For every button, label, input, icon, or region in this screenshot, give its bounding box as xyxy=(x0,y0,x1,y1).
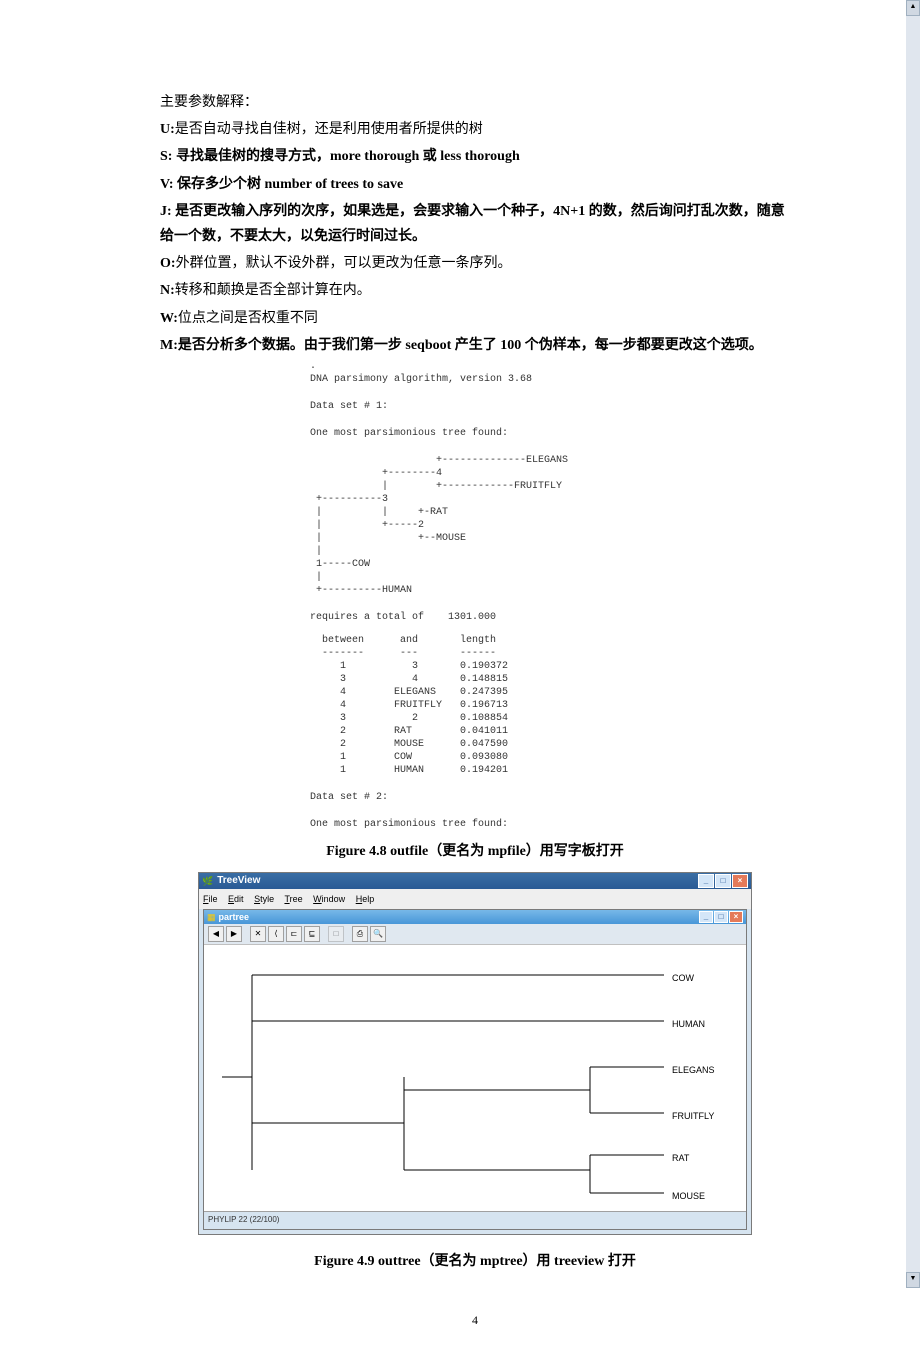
param-text: 转移和颠换是否全部计算在内。 xyxy=(175,283,371,298)
app-icon: 🌿 xyxy=(202,873,213,889)
scrollbar[interactable]: ▲ ▼ xyxy=(906,0,920,1288)
param-text: 寻找最佳树的搜寻方式，more thorough 或 less thorough xyxy=(176,149,520,164)
preview-button[interactable]: 🔍 xyxy=(370,926,386,942)
treeview-window: 🌿 TreeView _ □ × FFileile Edit Style Tre… xyxy=(198,872,752,1235)
menu-tree[interactable]: Tree xyxy=(284,894,302,904)
intro: 主要参数解释： xyxy=(160,90,790,115)
param-N: N:转移和颠换是否全部计算在内。 xyxy=(160,278,790,303)
param-text: 是否自动寻找自佳树，还是利用使用者所提供的树 xyxy=(175,122,483,137)
outfile-ds2: Data set # 2: xyxy=(310,791,790,804)
param-key: N: xyxy=(160,283,175,298)
print-button[interactable]: ⎙ xyxy=(352,926,368,942)
prev-button[interactable]: ◀ xyxy=(208,926,224,942)
param-O: O:外群位置，默认不设外群，可以更改为任意一条序列。 xyxy=(160,251,790,276)
outfile-ds1: Data set # 1: xyxy=(310,400,790,413)
outfile-tree: +--------------ELEGANS +--------4 | +---… xyxy=(310,454,790,597)
minimize-button[interactable]: _ xyxy=(698,874,714,888)
page-number: 4 xyxy=(160,1310,790,1332)
outfile-header: . DNA parsimony algorithm, version 3.68 xyxy=(310,360,790,386)
doc-maximize-button[interactable]: □ xyxy=(714,911,728,923)
doc-icon: ▦ xyxy=(207,909,216,925)
doc-close-button[interactable]: × xyxy=(729,911,743,923)
param-U: U:是否自动寻找自佳树，还是利用使用者所提供的树 xyxy=(160,117,790,142)
next-button[interactable]: ▶ xyxy=(226,926,242,942)
slanted-button[interactable]: ⟨ xyxy=(268,926,284,942)
param-V: V: 保存多少个树 number of trees to save xyxy=(160,172,790,197)
param-key: S: xyxy=(160,149,176,164)
param-key: W: xyxy=(160,311,178,326)
param-text: 是否分析多个数据。由于我们第一步 seqboot 产生了 100 个伪样本，每一… xyxy=(178,338,763,353)
leaf-cow: COW xyxy=(672,970,694,986)
param-text: 保存多少个树 number of trees to save xyxy=(177,177,403,192)
status-bar: PHYLIP 22 (22/100) xyxy=(204,1211,746,1228)
param-key: O: xyxy=(160,256,176,271)
param-key: M: xyxy=(160,338,178,353)
param-key: U: xyxy=(160,122,175,137)
param-text: 是否更改输入序列的次序，如果选是，会要求输入一个种子，4N+1 的数，然后询问打… xyxy=(160,204,785,244)
scroll-up-button[interactable]: ▲ xyxy=(906,0,920,16)
doc-title: partree xyxy=(219,909,699,925)
outfile-msg2: One most parsimonious tree found: xyxy=(310,818,790,831)
unrooted-button[interactable]: ✕ xyxy=(250,926,266,942)
figure-4-9-caption: Figure 4.9 outtree（更名为 mptree）用 treeview… xyxy=(160,1249,790,1274)
leaf-human: HUMAN xyxy=(672,1016,705,1032)
menu-help[interactable]: Help xyxy=(356,894,375,904)
menu-window[interactable]: Window xyxy=(313,894,345,904)
window-title: TreeView xyxy=(217,872,698,890)
toolbar: ◀ ▶ ✕ ⟨ ⊏ ⊑ □ ⎙ 🔍 xyxy=(204,924,746,945)
leaf-elegans: ELEGANS xyxy=(672,1062,715,1078)
doc-window: ▦ partree _ □ × ◀ ▶ ✕ ⟨ ⊏ ⊑ □ ⎙ 🔍 xyxy=(203,909,747,1229)
param-text: 外群位置，默认不设外群，可以更改为任意一条序列。 xyxy=(176,256,512,271)
menu-file[interactable]: FFileile xyxy=(203,894,218,904)
outfile-table: between and length ------- --- ------ 1 … xyxy=(310,634,790,777)
rectangular-button[interactable]: ⊏ xyxy=(286,926,302,942)
tree-canvas[interactable]: COW HUMAN ELEGANS FRUITFLY RAT MOUSE xyxy=(204,945,746,1211)
figure-4-8-caption: Figure 4.8 outfile（更名为 mpfile）用写字板打开 xyxy=(160,839,790,864)
zoom-button[interactable]: □ xyxy=(328,926,344,942)
close-button[interactable]: × xyxy=(732,874,748,888)
param-M: M:是否分析多个数据。由于我们第一步 seqboot 产生了 100 个伪样本，… xyxy=(160,333,790,358)
menu-style[interactable]: Style xyxy=(254,894,274,904)
maximize-button[interactable]: □ xyxy=(715,874,731,888)
param-S: S: 寻找最佳树的搜寻方式，more thorough 或 less thoro… xyxy=(160,144,790,169)
phylogram-button[interactable]: ⊑ xyxy=(304,926,320,942)
menubar: FFileile Edit Style Tree Window Help xyxy=(199,889,751,909)
param-key: J: xyxy=(160,204,175,219)
param-W: W:位点之间是否权重不同 xyxy=(160,306,790,331)
titlebar[interactable]: 🌿 TreeView _ □ × xyxy=(199,873,751,889)
param-key: V: xyxy=(160,177,177,192)
leaf-rat: RAT xyxy=(672,1150,689,1166)
outfile-req: requires a total of 1301.000 xyxy=(310,611,790,624)
param-text: 位点之间是否权重不同 xyxy=(178,311,318,326)
outfile-msg1: One most parsimonious tree found: xyxy=(310,427,790,440)
scroll-down-button[interactable]: ▼ xyxy=(906,1272,920,1288)
doc-minimize-button[interactable]: _ xyxy=(699,911,713,923)
leaf-fruitfly: FRUITFLY xyxy=(672,1108,714,1124)
param-J: J: 是否更改输入序列的次序，如果选是，会要求输入一个种子，4N+1 的数，然后… xyxy=(160,199,790,249)
doc-titlebar[interactable]: ▦ partree _ □ × xyxy=(204,910,746,924)
menu-edit[interactable]: Edit xyxy=(228,894,244,904)
leaf-mouse: MOUSE xyxy=(672,1188,705,1204)
